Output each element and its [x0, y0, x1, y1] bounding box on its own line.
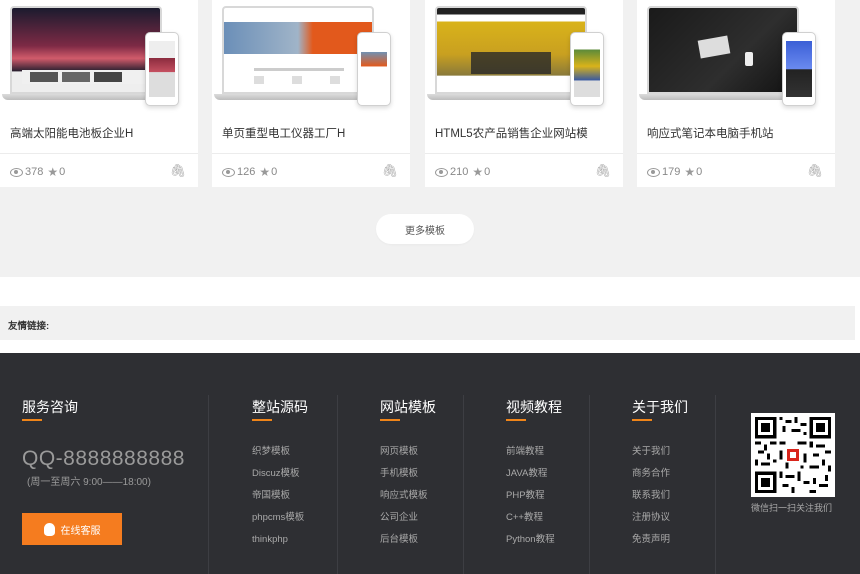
star-count: 0 — [484, 166, 491, 178]
column-title: 视频教程 — [506, 399, 562, 415]
footer-link-list: 前端教程 JAVA教程 PHP教程 C++教程 Python教程 — [506, 441, 555, 551]
template-stats: 210 ★ 0 — [435, 165, 490, 179]
footer-link[interactable]: 商务合作 — [632, 463, 670, 485]
qr-caption: 微信扫一扫关注我们 — [751, 503, 833, 513]
eye-icon — [435, 167, 448, 177]
view-count: 378 — [25, 166, 44, 178]
view-count: 210 — [450, 166, 469, 178]
footer-link[interactable]: thinkphp — [252, 529, 304, 551]
star-count: 0 — [59, 166, 66, 178]
template-stats: 126 ★ 0 — [222, 165, 277, 179]
template-thumbnail[interactable] — [425, 0, 623, 118]
template-title[interactable]: 高端太阳能电池板企业H — [10, 125, 133, 141]
phone-mockup — [570, 32, 604, 106]
phone-mockup — [782, 32, 816, 106]
column-title: 关于我们 — [632, 399, 688, 415]
divider — [0, 153, 198, 154]
column-divider — [463, 395, 464, 574]
laptop-mockup — [2, 6, 170, 100]
footer-link[interactable]: JAVA教程 — [506, 463, 555, 485]
footer-link[interactable]: 后台模板 — [380, 529, 428, 551]
footer-link[interactable]: phpcms模板 — [252, 507, 304, 529]
service-title: 服务咨询 — [22, 399, 78, 415]
friend-links-label: 友情链接: — [8, 321, 50, 332]
footer-link[interactable]: 公司企业 — [380, 507, 428, 529]
footer-link[interactable]: 免责声明 — [632, 529, 670, 551]
column-divider — [589, 395, 590, 574]
wechat-qr-code — [751, 413, 835, 497]
site-footer: 服务咨询 QQ-8888888888 (周一至周六 9:00——18:00) 在… — [0, 353, 860, 574]
title-underline — [380, 419, 400, 421]
footer-link[interactable]: 手机模板 — [380, 463, 428, 485]
paperclip-icon[interactable]: 🖇 — [806, 163, 823, 179]
footer-link[interactable]: 前端教程 — [506, 441, 555, 463]
template-thumbnail[interactable] — [0, 0, 198, 118]
template-title[interactable]: 单页重型电工仪器工厂H — [222, 125, 345, 141]
footer-link-list: 织梦模板 Discuz模板 帝国模板 phpcms模板 thinkphp — [252, 441, 304, 551]
phone-mockup — [145, 32, 179, 106]
star-icon: ★ — [472, 165, 484, 179]
title-underline — [252, 419, 272, 421]
title-underline — [632, 419, 652, 421]
template-thumbnail[interactable] — [637, 0, 835, 118]
qq-number: QQ-8888888888 — [22, 447, 185, 470]
template-card[interactable]: 高端太阳能电池板企业H 378 ★ 0 🖇 — [0, 0, 198, 187]
friend-links-bar: 友情链接: — [0, 306, 855, 340]
title-underline — [506, 419, 526, 421]
template-card[interactable]: HTML5农产品销售企业网站模 210 ★ 0 🖇 — [425, 0, 623, 187]
paperclip-icon[interactable]: 🖇 — [381, 163, 398, 179]
phone-mockup — [357, 32, 391, 106]
template-grid: 高端太阳能电池板企业H 378 ★ 0 🖇 单页重型电工仪器工厂H 126 ★ … — [0, 0, 860, 188]
divider — [212, 153, 410, 154]
eye-icon — [647, 167, 660, 177]
laptop-mockup — [427, 6, 595, 100]
footer-link[interactable]: 响应式模板 — [380, 485, 428, 507]
footer-link[interactable]: Discuz模板 — [252, 463, 304, 485]
template-card[interactable]: 响应式笔记本电脑手机站 179 ★ 0 🖇 — [637, 0, 835, 187]
eye-icon — [222, 167, 235, 177]
star-count: 0 — [696, 166, 703, 178]
footer-link[interactable]: 关于我们 — [632, 441, 670, 463]
star-icon: ★ — [47, 165, 59, 179]
online-service-button[interactable]: 在线客服 — [22, 513, 122, 545]
divider — [637, 153, 835, 154]
footer-link[interactable]: Python教程 — [506, 529, 555, 551]
paperclip-icon[interactable]: 🖇 — [169, 163, 186, 179]
template-card[interactable]: 单页重型电工仪器工厂H 126 ★ 0 🖇 — [212, 0, 410, 187]
footer-link[interactable]: 网页模板 — [380, 441, 428, 463]
star-icon: ★ — [259, 165, 271, 179]
more-templates-button[interactable]: 更多模板 — [376, 214, 474, 244]
title-underline — [22, 419, 42, 421]
footer-link[interactable]: 联系我们 — [632, 485, 670, 507]
footer-link[interactable]: 帝国模板 — [252, 485, 304, 507]
view-count: 179 — [662, 166, 681, 178]
star-icon: ★ — [684, 165, 696, 179]
template-stats: 378 ★ 0 — [10, 165, 65, 179]
column-divider — [715, 395, 716, 574]
template-title[interactable]: HTML5农产品销售企业网站模 — [435, 125, 588, 141]
footer-link[interactable]: PHP教程 — [506, 485, 555, 507]
online-service-label: 在线客服 — [60, 525, 101, 537]
star-count: 0 — [271, 166, 278, 178]
laptop-mockup — [214, 6, 382, 100]
paperclip-icon[interactable]: 🖇 — [594, 163, 611, 179]
divider — [425, 153, 623, 154]
footer-link[interactable]: 织梦模板 — [252, 441, 304, 463]
template-stats: 179 ★ 0 — [647, 165, 702, 179]
qq-icon — [43, 522, 55, 536]
eye-icon — [10, 167, 23, 177]
view-count: 126 — [237, 166, 256, 178]
footer-link-list: 关于我们 商务合作 联系我们 注册协议 免责声明 — [632, 441, 670, 551]
footer-link-list: 网页模板 手机模板 响应式模板 公司企业 后台模板 — [380, 441, 428, 551]
template-thumbnail[interactable] — [212, 0, 410, 118]
column-divider — [337, 395, 338, 574]
service-hours: (周一至周六 9:00——18:00) — [27, 477, 151, 488]
template-title[interactable]: 响应式笔记本电脑手机站 — [647, 125, 774, 141]
footer-link[interactable]: 注册协议 — [632, 507, 670, 529]
laptop-mockup — [639, 6, 807, 100]
column-title: 整站源码 — [252, 399, 308, 415]
column-divider — [208, 395, 209, 574]
column-title: 网站模板 — [380, 399, 436, 415]
footer-link[interactable]: C++教程 — [506, 507, 555, 529]
